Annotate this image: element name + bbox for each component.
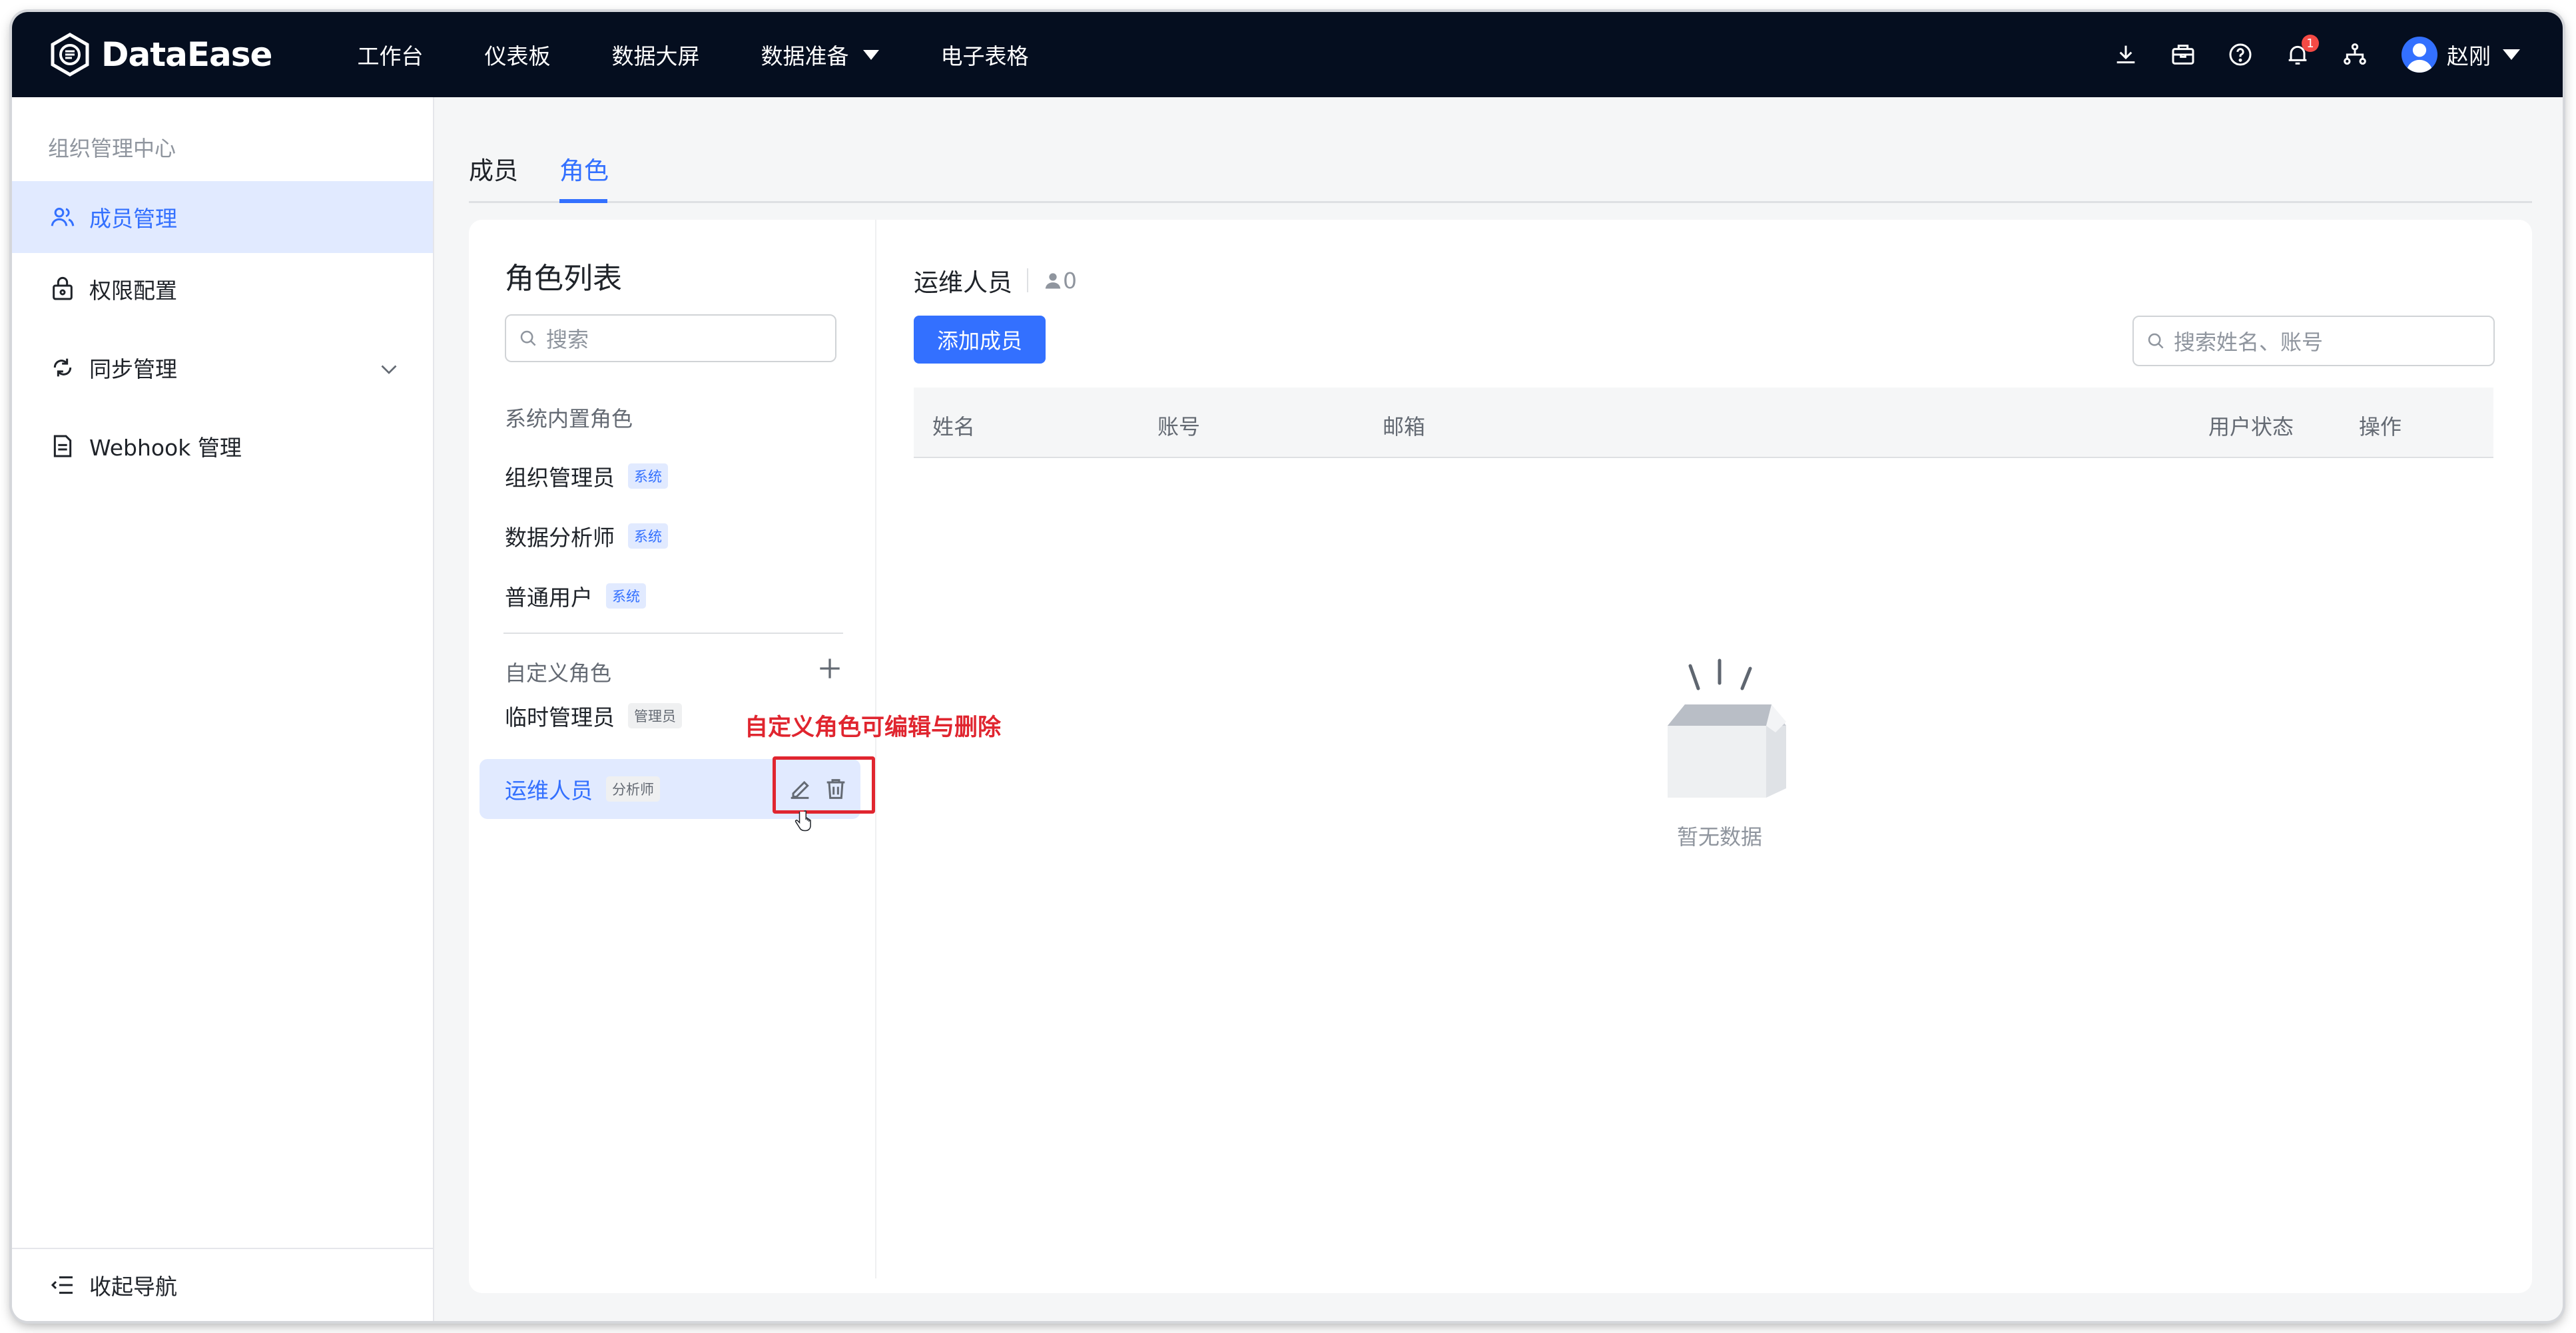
logo[interactable]: DataEase [48, 33, 272, 77]
member-count: 0 [1043, 268, 1077, 294]
column-actions: 操作 [2359, 414, 2402, 439]
role-list-title: 角色列表 [505, 262, 622, 296]
role-type-tag: 管理员 [628, 703, 682, 728]
role-list-panel: 角色列表 搜索 系统内置角色 组织管理员 系统 数据分析师 系统 普通用户 系统… [469, 220, 876, 1278]
sync-icon [48, 353, 77, 382]
role-item-ops[interactable]: 运维人员 分析师 [480, 756, 875, 832]
role-detail-header: 运维人员 0 [914, 262, 1077, 298]
help-icon[interactable] [2226, 40, 2255, 69]
sidebar-item-webhook[interactable]: Webhook 管理 [12, 410, 433, 482]
role-name: 数据分析师 [505, 525, 615, 551]
system-tag: 系统 [628, 523, 668, 549]
caret-down-icon [2503, 49, 2520, 60]
collapse-menu-icon [48, 1270, 77, 1300]
custom-roles-label: 自定义角色 [505, 661, 612, 686]
user-name: 赵刚 [2447, 43, 2491, 69]
collapse-nav-label: 收起导航 [89, 1274, 177, 1300]
role-detail-panel: 运维人员 0 添加成员 搜索姓名、账号 姓名 账号 邮箱 用户状态 操作 暂无数… [875, 220, 2532, 1293]
nav-item-dashboard[interactable]: 仪表板 [484, 39, 550, 71]
dataease-logo-icon [51, 33, 89, 77]
users-icon [48, 202, 77, 232]
members-table-header: 姓名 账号 邮箱 用户状态 操作 [914, 388, 2493, 458]
sidebar-item-label: Webhook 管理 [89, 435, 242, 461]
role-type-tag: 分析师 [606, 776, 660, 802]
role-search-input[interactable]: 搜索 [505, 314, 836, 362]
notification-badge: 1 [2302, 35, 2319, 52]
header-separator [1027, 268, 1028, 292]
tab-members[interactable]: 成员 [469, 150, 518, 186]
empty-state: 暂无数据 [1613, 651, 1826, 851]
role-name: 普通用户 [505, 585, 593, 611]
system-roles-label: 系统内置角色 [505, 406, 633, 431]
document-icon [48, 431, 77, 461]
member-count-value: 0 [1063, 267, 1077, 294]
avatar [2402, 37, 2437, 73]
role-group-divider [503, 633, 843, 634]
sidebar: 组织管理中心 成员管理 权限配置 同步管理 Webhook 管理 收起导航 [12, 97, 434, 1321]
member-search-input[interactable]: 搜索姓名、账号 [2132, 316, 2495, 366]
toolbox-icon[interactable] [2168, 40, 2198, 69]
system-tag: 系统 [606, 583, 646, 609]
bell-icon[interactable]: 1 [2283, 35, 2319, 69]
nav-item-screen[interactable]: 数据大屏 [611, 39, 699, 71]
caret-down-icon [863, 49, 880, 60]
annotation-text: 自定义角色可编辑与删除 [745, 714, 1002, 741]
role-item-org-admin[interactable]: 组织管理员 系统 [480, 446, 860, 506]
role-name: 组织管理员 [505, 465, 615, 491]
member-search-placeholder: 搜索姓名、账号 [2174, 330, 2324, 355]
empty-box-icon [1668, 659, 1786, 798]
column-email: 邮箱 [1383, 414, 1426, 439]
top-right-tools: 1 赵刚 [2083, 12, 2520, 97]
add-role-icon[interactable] [815, 654, 844, 683]
user-avatar-icon [2406, 43, 2433, 73]
system-tag: 系统 [628, 463, 668, 489]
role-item-normal-user[interactable]: 普通用户 系统 [480, 566, 860, 626]
nav-item-workbench[interactable]: 工作台 [357, 39, 423, 71]
role-detail-name: 运维人员 [914, 268, 1012, 297]
sidebar-item-label: 同步管理 [89, 356, 177, 382]
app-window: DataEase 工作台 仪表板 数据大屏 数据准备 电子表格 1 赵刚 组织管… [12, 12, 2563, 1321]
sidebar-item-sync[interactable]: 同步管理 [12, 332, 433, 403]
role-name: 临时管理员 [505, 704, 615, 730]
chevron-down-icon[interactable] [377, 357, 401, 381]
delete-icon[interactable] [822, 776, 849, 802]
column-account: 账号 [1157, 414, 1201, 439]
nav-item-spreadsheet[interactable]: 电子表格 [940, 39, 1028, 71]
search-icon [520, 330, 536, 346]
sidebar-item-permissions[interactable]: 权限配置 [12, 253, 433, 325]
sidebar-title: 组织管理中心 [48, 136, 176, 161]
sidebar-item-label: 成员管理 [89, 206, 177, 232]
tab-roles[interactable]: 角色 [559, 150, 609, 186]
role-name: 运维人员 [505, 778, 593, 804]
collapse-nav-button[interactable]: 收起导航 [12, 1248, 433, 1321]
user-menu[interactable]: 赵刚 [2402, 37, 2520, 73]
tabs-bar: 成员 角色 [469, 97, 2532, 203]
edit-icon[interactable] [787, 776, 813, 802]
add-member-button[interactable]: 添加成员 [914, 316, 1046, 364]
lock-icon [48, 274, 77, 304]
top-bar: DataEase 工作台 仪表板 数据大屏 数据准备 电子表格 1 赵刚 [12, 12, 2563, 97]
user-count-icon [1045, 273, 1061, 289]
download-icon[interactable] [2111, 40, 2140, 69]
column-name: 姓名 [932, 414, 976, 439]
top-nav: 工作台 仪表板 数据大屏 数据准备 电子表格 [357, 39, 1090, 71]
role-search-placeholder: 搜索 [546, 327, 589, 352]
active-tab-indicator [559, 199, 607, 203]
brand-name: DataEase [101, 35, 272, 74]
cursor-hand-icon [795, 810, 811, 832]
nav-item-data-prep[interactable]: 数据准备 [761, 39, 880, 71]
nav-item-data-prep-label: 数据准备 [761, 43, 849, 69]
column-status: 用户状态 [2208, 414, 2294, 439]
org-tree-icon[interactable] [2340, 40, 2370, 69]
sidebar-item-label: 权限配置 [89, 278, 177, 304]
role-item-data-analyst[interactable]: 数据分析师 系统 [480, 506, 860, 566]
sidebar-item-members[interactable]: 成员管理 [12, 181, 433, 253]
search-icon [2148, 333, 2164, 349]
content-card: 角色列表 搜索 系统内置角色 组织管理员 系统 数据分析师 系统 普通用户 系统… [469, 220, 2532, 1293]
empty-state-text: 暂无数据 [1676, 824, 1762, 850]
